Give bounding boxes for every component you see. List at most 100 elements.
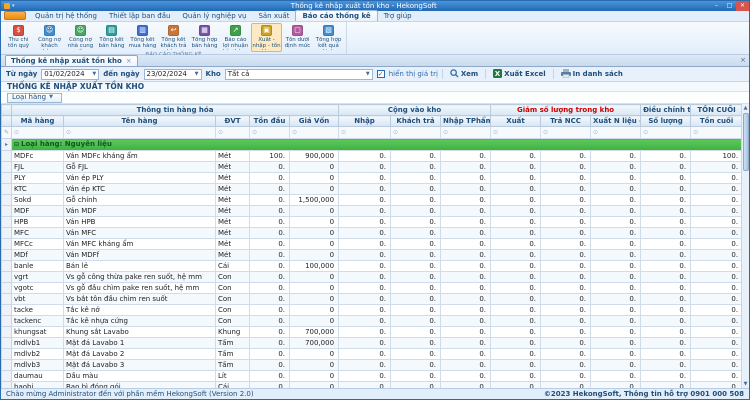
grid-cell[interactable]: Ván MDF	[64, 206, 216, 217]
column-header[interactable]: Khách trả	[391, 116, 441, 127]
grid-cell[interactable]: 0.	[339, 195, 391, 206]
grid-cell[interactable]: 0.	[691, 272, 743, 283]
group-header-cell[interactable]: Giảm số lượng trong kho	[491, 105, 641, 116]
grid-cell[interactable]: 0.	[541, 382, 591, 389]
grid-cell[interactable]: Bao bì đóng gói	[64, 382, 216, 389]
grid-cell[interactable]: baobi	[12, 382, 64, 389]
grid-cell[interactable]: 0.	[691, 360, 743, 371]
warehouse-select[interactable]: Tất cả ▼	[225, 69, 373, 80]
grid-cell[interactable]: 0	[290, 206, 339, 217]
grid-cell[interactable]: 0.	[591, 349, 641, 360]
ribbon-button[interactable]: ↗Báo cáo lợi nhuận bán hàng	[220, 23, 251, 52]
to-date-input[interactable]: 23/02/2024 ▼	[144, 69, 202, 80]
grid-cell[interactable]: MDf	[12, 250, 64, 261]
grid-cell[interactable]: 1,500,000	[290, 195, 339, 206]
warehouse-dropdown-icon[interactable]: ▼	[366, 71, 370, 77]
grid-cell[interactable]: Tắc kê nở	[64, 305, 216, 316]
grid-cell[interactable]: 0.	[339, 283, 391, 294]
grid-cell[interactable]: 0	[290, 184, 339, 195]
grid-cell[interactable]: 0.	[491, 228, 541, 239]
from-date-input[interactable]: 01/02/2024 ▼	[41, 69, 99, 80]
grid-cell[interactable]: 0.	[391, 162, 441, 173]
grid-cell[interactable]: Con	[216, 283, 250, 294]
grid-cell[interactable]: 0.	[250, 250, 290, 261]
grid-cell[interactable]: 0.	[250, 294, 290, 305]
grid-cell[interactable]: 0.	[491, 371, 541, 382]
grid-cell[interactable]: 0.	[691, 371, 743, 382]
grid-cell[interactable]: 0.	[441, 151, 491, 162]
grid-cell[interactable]: 0.	[541, 206, 591, 217]
grid-cell[interactable]: Mét	[216, 217, 250, 228]
grid-cell[interactable]: 0.	[339, 349, 391, 360]
grid-cell[interactable]: MFC	[12, 228, 64, 239]
group-header-cell[interactable]: Cộng vào kho	[339, 105, 491, 116]
grid-cell[interactable]: 0.	[541, 360, 591, 371]
column-header[interactable]: Giá Vốn	[290, 116, 339, 127]
grid-cell[interactable]: Mặt đá Lavabo 1	[64, 338, 216, 349]
grid-cell[interactable]: 0.	[339, 382, 391, 389]
grid-cell[interactable]: 0.	[441, 371, 491, 382]
grid-cell[interactable]: 0.	[491, 294, 541, 305]
grid-cell[interactable]: daumau	[12, 371, 64, 382]
ribbon-button[interactable]: ▦Tổng hợp bán hàng	[189, 23, 220, 52]
grid-cell[interactable]: PLY	[12, 173, 64, 184]
column-header[interactable]: Xuất N liệu - K...	[591, 116, 641, 127]
grid-cell[interactable]: 0.	[541, 371, 591, 382]
grid-cell[interactable]: 0.	[641, 250, 691, 261]
column-header[interactable]: Tồn đầu	[250, 116, 290, 127]
filter-icon[interactable]: ⊙	[693, 129, 698, 136]
grid-cell[interactable]: 0.	[541, 349, 591, 360]
filter-icon[interactable]: ⊙	[252, 129, 257, 136]
grid-cell[interactable]: Con	[216, 294, 250, 305]
grid-cell[interactable]: 0.	[339, 217, 391, 228]
grid-cell[interactable]: Con	[216, 316, 250, 327]
minimize-button[interactable]: –	[710, 1, 723, 11]
grid-cell[interactable]: 0	[290, 173, 339, 184]
grid-cell[interactable]: 0.	[339, 250, 391, 261]
grid-cell[interactable]: 0	[290, 162, 339, 173]
grid-cell[interactable]: Mét	[216, 250, 250, 261]
grid-cell[interactable]: 0.	[250, 195, 290, 206]
grid-cell[interactable]: 0	[290, 283, 339, 294]
grid-cell[interactable]: 0.	[250, 382, 290, 389]
grid-cell[interactable]: 0.	[491, 250, 541, 261]
grid-cell[interactable]: MDF	[12, 206, 64, 217]
grid-cell[interactable]: 0.	[591, 173, 641, 184]
filter-cell[interactable]: ⊙	[339, 127, 391, 139]
grid-cell[interactable]: 0.	[441, 327, 491, 338]
grid-cell[interactable]: 0.	[250, 283, 290, 294]
grid-cell[interactable]: Vs gỗ đầu chìm pake ren suốt, hệ mm	[64, 283, 216, 294]
grid-cell[interactable]: 0.	[591, 382, 641, 389]
grid-cell[interactable]: 0.	[339, 316, 391, 327]
ribbon-button[interactable]: $Thu chi tồn quỹ	[3, 23, 34, 52]
ribbon-button[interactable]: ☺Công nợ khách hàng	[34, 23, 65, 52]
grid-cell[interactable]: 0.	[491, 261, 541, 272]
grid-cell[interactable]: 0.	[339, 338, 391, 349]
grid-cell[interactable]: 0.	[391, 206, 441, 217]
grid-cell[interactable]: 0.	[391, 184, 441, 195]
grid-cell[interactable]: 0.	[441, 250, 491, 261]
grid-cell[interactable]: 0.	[391, 195, 441, 206]
grid-cell[interactable]: Con	[216, 272, 250, 283]
grid-cell[interactable]: 0.	[441, 338, 491, 349]
grid-cell[interactable]: 0.	[250, 371, 290, 382]
filter-cell[interactable]: ⊙	[591, 127, 641, 139]
grid-cell[interactable]: MDFc	[12, 151, 64, 162]
grid-cell[interactable]: 0.	[391, 349, 441, 360]
filter-cell[interactable]: ⊙	[391, 127, 441, 139]
ribbon-button[interactable]: ▧Tổng hợp kết quả kinh doanh	[313, 23, 344, 52]
column-header[interactable]: Số lượng	[641, 116, 691, 127]
grid-cell[interactable]: 0	[290, 382, 339, 389]
filter-cell[interactable]: ⊙	[541, 127, 591, 139]
grid-cell[interactable]: 0.	[441, 184, 491, 195]
column-header[interactable]: Tên hàng	[64, 116, 216, 127]
grid-cell[interactable]: 0.	[691, 228, 743, 239]
grid-cell[interactable]: 0.	[250, 184, 290, 195]
grid-cell[interactable]: 0.	[691, 316, 743, 327]
grid-cell[interactable]: 0.	[491, 316, 541, 327]
ribbon-button[interactable]: ☺Công nợ nhà cung cấp	[65, 23, 96, 52]
grid-cell[interactable]: 0.	[641, 184, 691, 195]
grid-cell[interactable]: 0.	[250, 272, 290, 283]
grid-cell[interactable]: 0	[290, 239, 339, 250]
grid-cell[interactable]: 0	[290, 228, 339, 239]
